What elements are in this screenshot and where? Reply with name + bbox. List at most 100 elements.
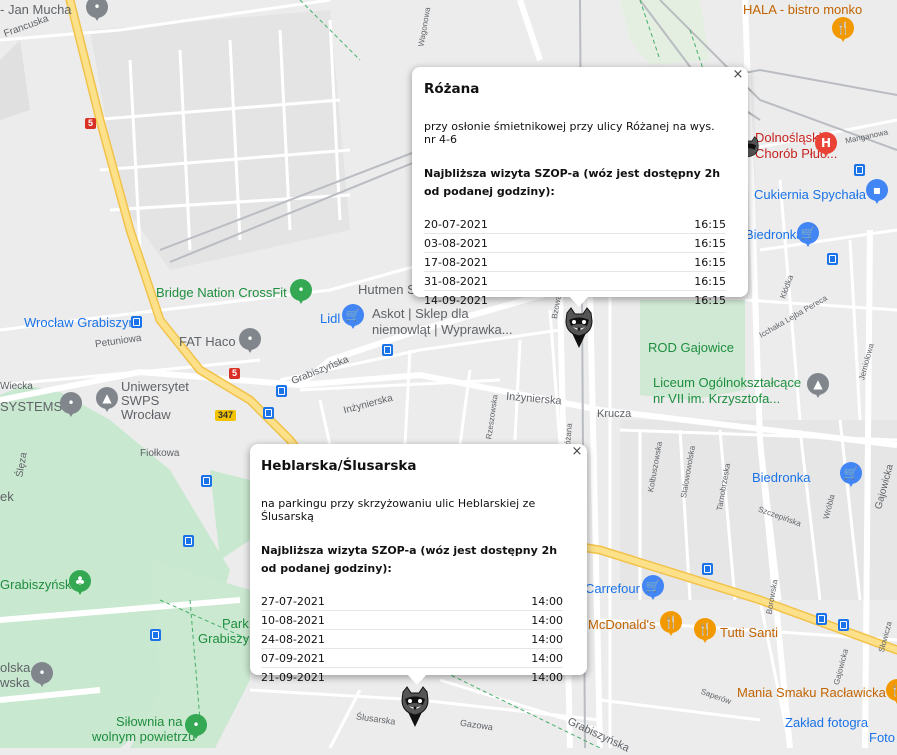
fork-knife-icon[interactable]: 🍴	[832, 17, 854, 42]
popup-description: na parkingu przy skrzyżowaniu ulic Hebla…	[261, 497, 536, 523]
street-label: Krucza	[597, 408, 632, 420]
poi-label-mcdonalds[interactable]: McDonald's	[588, 617, 656, 633]
poi-label-park-grabiszynski[interactable]: Park	[222, 616, 249, 632]
poi-label-grabiszynski-left[interactable]: Grabiszyński	[0, 577, 74, 593]
poi-label-polska-2[interactable]: wska	[0, 675, 30, 691]
visit-time: 14:00	[462, 629, 563, 649]
poi-label-uniwersytet-3[interactable]: Wrocław	[121, 407, 171, 423]
raccoon-marker-icon[interactable]	[400, 686, 430, 728]
visit-date: 20-07-2021	[424, 215, 626, 234]
poi-label-zaklad[interactable]: Zakład fotogra	[785, 715, 868, 731]
tram-stop-icon[interactable]	[276, 385, 287, 397]
tram-stop-icon[interactable]	[131, 316, 142, 328]
popup-next-visit-label: Najbliższa wizyta SZOP-a (wóz jest dostę…	[261, 544, 558, 575]
street-label: Wiecka	[0, 381, 33, 392]
table-row: 20-07-2021 16:15	[424, 215, 726, 234]
visit-time: 16:15	[625, 215, 726, 234]
shopping-cart-icon[interactable]: 🛒	[797, 222, 819, 247]
location-pin-icon[interactable]: •	[31, 662, 53, 687]
poi-label-fat-haco[interactable]: FAT Haco	[179, 334, 236, 350]
popup-description: przy osłonie śmietnikowej przy ulicy Róż…	[424, 120, 715, 146]
tram-stop-icon[interactable]	[816, 613, 827, 625]
visit-date: 07-09-2021	[261, 648, 463, 668]
road-shield-5: 5	[85, 118, 97, 129]
fork-knife-icon[interactable]: 🍴	[694, 618, 716, 643]
visit-date: 31-08-2021	[424, 271, 626, 291]
poi-label-biedronka-top[interactable]: Biedronka	[745, 227, 804, 243]
table-row: 31-08-2021 16:15	[424, 271, 726, 291]
graduation-cap-icon[interactable]: ▲	[807, 373, 829, 398]
poi-label-liceum[interactable]: Liceum Ogólnokształcące	[653, 375, 801, 391]
poi-label-wroclaw-grabiszyn[interactable]: Wrocław Grabiszyn	[24, 315, 136, 331]
graduation-cap-icon[interactable]: ▲	[96, 387, 118, 412]
poi-label-zaklad-2[interactable]: Foto	[869, 730, 895, 746]
poi-label-polska[interactable]: olska	[0, 660, 30, 676]
visit-time: 16:15	[625, 233, 726, 253]
info-window-heblarska: × Heblarska/Ślusarska na parkingu przy s…	[250, 444, 587, 685]
location-pin-icon[interactable]: •	[60, 392, 82, 417]
visit-time: 16:15	[694, 293, 726, 307]
street-label: Fiołkowa	[140, 448, 180, 459]
poi-label-tutti-santi[interactable]: Tutti Santi	[720, 625, 778, 641]
road-shield-5: 5	[229, 368, 241, 379]
poi-label-rod-gajowice[interactable]: ROD Gajowice	[648, 340, 734, 356]
visit-date: 21-09-2021	[261, 670, 325, 684]
info-window-rozana: × Różana przy osłonie śmietnikowej przy …	[412, 67, 748, 307]
visit-date: 24-08-2021	[261, 629, 463, 649]
visit-date: 10-08-2021	[261, 610, 463, 630]
location-pin-icon[interactable]: •	[239, 328, 261, 353]
visit-date: 14-09-2021	[424, 293, 488, 307]
visit-time: 14:00	[531, 670, 563, 684]
road-shield-347: 347	[215, 410, 237, 421]
poi-label-ek[interactable]: ek	[0, 489, 14, 505]
table-row: 03-08-2021 16:15	[424, 233, 726, 253]
popup-title: Heblarska/Ślusarska	[261, 458, 417, 474]
tree-icon[interactable]: ♣	[69, 570, 91, 595]
tram-stop-icon[interactable]	[201, 475, 212, 487]
hospital-h-icon[interactable]: H	[815, 132, 837, 157]
dumbbell-icon[interactable]: •	[185, 714, 207, 739]
visit-time: 14:00	[462, 610, 563, 630]
visit-date: 17-08-2021	[424, 252, 626, 272]
visit-time: 16:15	[625, 271, 726, 291]
fork-knife-icon[interactable]: 🍴	[660, 611, 682, 636]
poi-label-bridge-nation[interactable]: Bridge Nation CrossFit	[156, 285, 287, 301]
visit-date: 27-07-2021	[261, 592, 463, 611]
shopping-cart-icon[interactable]: 🛒	[840, 462, 862, 487]
table-row: 27-07-2021 14:00	[261, 592, 563, 611]
poi-label-lidl[interactable]: Lidl	[320, 311, 340, 327]
visit-time: 14:00	[462, 592, 563, 611]
poi-label-liceum-2[interactable]: nr VII im. Krzysztofa...	[653, 391, 780, 407]
shopping-cart-icon[interactable]: 🛒	[342, 304, 364, 329]
tram-stop-icon[interactable]	[854, 164, 865, 176]
shopping-bag-icon[interactable]: ▪	[866, 179, 888, 204]
shopping-cart-icon[interactable]: 🛒	[642, 575, 664, 600]
table-row: 10-08-2021 14:00	[261, 610, 563, 630]
poi-label-askot-2[interactable]: niemowląt | Wyprawka...	[372, 322, 513, 338]
visits-table: 20-07-2021 16:15 03-08-2021 16:15 17-08-20…	[424, 215, 726, 309]
poi-label-hala-bistro[interactable]: HALA - bistro monko	[743, 2, 862, 18]
tram-stop-icon[interactable]	[827, 253, 838, 265]
raccoon-marker-icon[interactable]	[564, 307, 594, 349]
tram-stop-icon[interactable]	[382, 344, 393, 356]
poi-label-biedronka-right[interactable]: Biedronka	[752, 470, 811, 486]
close-icon[interactable]: ×	[570, 445, 584, 459]
visits-table: 27-07-2021 14:00 10-08-2021 14:00 24-08-20…	[261, 592, 563, 686]
poi-label-hutmen[interactable]: Hutmen S	[358, 282, 416, 298]
close-icon[interactable]: ×	[731, 68, 745, 82]
poi-label-mania-smaku[interactable]: Mania Smaku Racławicka	[737, 685, 886, 701]
dumbbell-icon[interactable]: •	[290, 279, 312, 304]
poi-label-carrefour[interactable]: Carrefour	[585, 581, 640, 597]
tram-stop-icon[interactable]	[838, 619, 849, 631]
poi-label-cukiernia[interactable]: Cukiernia Spychała	[754, 187, 866, 203]
tram-stop-icon[interactable]	[183, 535, 194, 547]
tram-stop-icon[interactable]	[263, 407, 274, 419]
poi-label-silownia-2[interactable]: wolnym powietrzu	[92, 729, 195, 745]
tram-stop-icon[interactable]	[150, 629, 161, 641]
poi-label-jan-mucha[interactable]: - Jan Mucha	[0, 2, 72, 18]
poi-label-silownia[interactable]: Siłownia na	[116, 714, 183, 730]
tram-stop-icon[interactable]	[702, 563, 713, 575]
poi-label-systems[interactable]: SYSTEMS	[0, 399, 62, 415]
visit-time: 16:15	[625, 252, 726, 272]
table-row: 24-08-2021 14:00	[261, 629, 563, 649]
